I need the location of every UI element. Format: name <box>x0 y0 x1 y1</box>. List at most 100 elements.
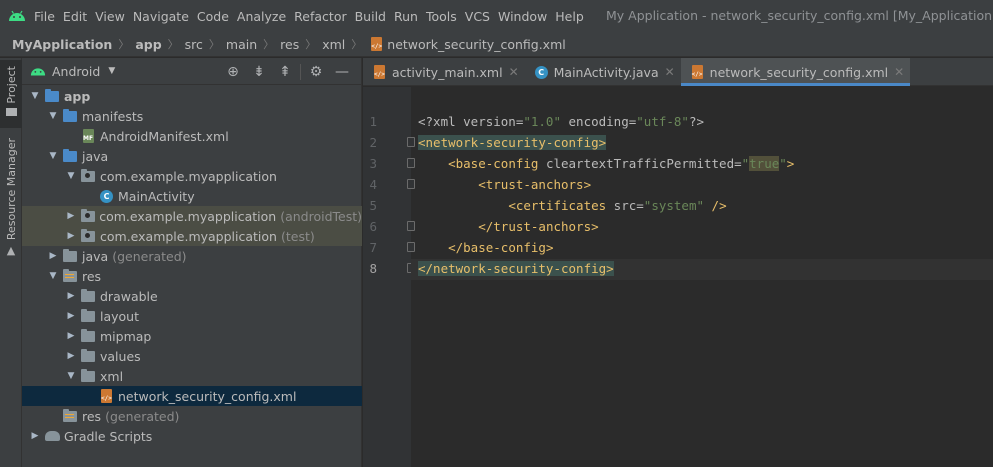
collapsed-arrow-icon[interactable]: ▶ <box>64 311 78 321</box>
locate-file-icon[interactable]: ⊕ <box>220 58 246 85</box>
menu-help[interactable]: Help <box>555 9 590 24</box>
menu-run[interactable]: Run <box>394 9 424 24</box>
breadcrumb-project[interactable]: MyApplication <box>12 37 112 52</box>
collapsed-arrow-icon[interactable]: ▶ <box>64 331 78 341</box>
menu-code[interactable]: Code <box>197 9 235 24</box>
fold-marker-icon[interactable] <box>407 221 415 231</box>
tree-node-android-manifest[interactable]: AndroidManifest.xml <box>22 126 362 146</box>
collapsed-arrow-icon[interactable]: ▶ <box>64 291 78 301</box>
expanded-arrow-icon[interactable]: ▼ <box>46 111 60 121</box>
tree-node-package-main[interactable]: ▼ com.example.myapplication <box>22 166 362 186</box>
collapsed-arrow-icon[interactable]: ▶ <box>28 431 42 441</box>
expand-all-icon[interactable]: ⇟ <box>246 58 272 85</box>
tree-node-drawable[interactable]: ▶ drawable <box>22 286 362 306</box>
code-token: "utf-8" <box>636 114 689 129</box>
menu-build[interactable]: Build <box>355 9 392 24</box>
tree-node-java[interactable]: ▼ java <box>22 146 362 166</box>
resource-manager-icon: ▲ <box>6 244 16 258</box>
tab-label: network_security_config.xml <box>709 64 889 80</box>
code-token: </base-config> <box>448 240 554 255</box>
tree-node-app[interactable]: ▼ app <box>22 86 362 106</box>
menu-view[interactable]: View <box>95 9 131 24</box>
breadcrumb-src[interactable]: src <box>185 37 203 52</box>
resource-folder-icon <box>62 268 78 284</box>
breadcrumb-app[interactable]: app <box>135 37 161 52</box>
module-folder-icon <box>44 88 60 104</box>
collapsed-arrow-icon[interactable]: ▶ <box>64 211 78 221</box>
project-tree: ▼ app ▼ manifests AndroidManifest.xml ▼ … <box>22 86 362 446</box>
breadcrumb-file[interactable]: network_security_config.xml <box>387 37 565 52</box>
breadcrumb-res[interactable]: res <box>280 37 299 52</box>
tree-label: mipmap <box>100 328 152 344</box>
expanded-arrow-icon[interactable]: ▼ <box>28 91 42 101</box>
tree-node-manifests[interactable]: ▼ manifests <box>22 106 362 126</box>
code-token: <trust-anchors> <box>478 177 592 192</box>
xml-file-icon <box>98 388 114 404</box>
gear-icon[interactable]: ⚙ <box>303 58 329 85</box>
close-icon[interactable]: ✕ <box>509 65 519 79</box>
menu-analyze[interactable]: Analyze <box>237 9 292 24</box>
fold-marker-icon[interactable] <box>407 179 415 189</box>
close-icon[interactable]: ✕ <box>665 65 675 79</box>
breadcrumb-separator-icon: 〉 <box>305 38 317 51</box>
tree-node-layout[interactable]: ▶ layout <box>22 306 362 326</box>
tab-network-security-config-xml[interactable]: network_security_config.xml ✕ <box>680 58 911 86</box>
close-icon[interactable]: ✕ <box>894 65 904 79</box>
menu-window[interactable]: Window <box>498 9 553 24</box>
tree-node-package-android-test[interactable]: ▶ com.example.myapplication (androidTest… <box>22 206 362 226</box>
collapsed-arrow-icon[interactable]: ▶ <box>46 251 60 261</box>
resource-folder-icon <box>62 408 78 424</box>
menu-navigate[interactable]: Navigate <box>133 9 195 24</box>
tab-activity-main-xml[interactable]: activity_main.xml ✕ <box>363 58 525 86</box>
project-tool-button[interactable]: Project <box>0 60 22 128</box>
tree-node-gradle-scripts[interactable]: ▶ Gradle Scripts <box>22 426 362 446</box>
tree-node-network-security-config[interactable]: network_security_config.xml <box>22 386 362 406</box>
code-line-2: <network-security-config> <box>418 132 794 153</box>
fold-marker-icon[interactable] <box>407 137 415 147</box>
menu-refactor[interactable]: Refactor <box>294 9 352 24</box>
code-editor[interactable]: 1 2 3 4 5 6 7 8 <?xml version="1.0" enco… <box>363 87 993 467</box>
tree-label: Gradle Scripts <box>64 428 153 444</box>
tree-node-java-generated[interactable]: ▶ java (generated) <box>22 246 362 266</box>
expanded-arrow-icon[interactable]: ▼ <box>64 171 78 181</box>
breadcrumb-xml[interactable]: xml <box>322 37 345 52</box>
breadcrumb-main[interactable]: main <box>226 37 257 52</box>
code-token: src= <box>606 198 644 213</box>
collapsed-arrow-icon[interactable]: ▶ <box>64 231 78 241</box>
menu-tools[interactable]: Tools <box>426 9 463 24</box>
expanded-arrow-icon[interactable]: ▼ <box>46 151 60 161</box>
tree-node-package-test[interactable]: ▶ com.example.myapplication (test) <box>22 226 362 246</box>
code-token: </network-security-config> <box>418 261 614 276</box>
expanded-arrow-icon[interactable]: ▼ <box>64 371 78 381</box>
menu-bar: File Edit View Navigate Code Analyze Ref… <box>0 0 993 32</box>
tree-node-main-activity[interactable]: C MainActivity <box>22 186 362 206</box>
view-mode-selector[interactable]: Android <box>52 64 100 79</box>
tree-node-values[interactable]: ▶ values <box>22 346 362 366</box>
fold-marker-icon[interactable] <box>407 158 415 168</box>
tree-node-res[interactable]: ▼ res <box>22 266 362 286</box>
left-tool-stripe: Project Resource Manager ▲ <box>0 58 22 467</box>
tab-main-activity-java[interactable]: C MainActivity.java ✕ <box>525 58 681 86</box>
tree-node-mipmap[interactable]: ▶ mipmap <box>22 326 362 346</box>
fold-marker-icon[interactable] <box>407 242 415 252</box>
menu-vcs[interactable]: VCS <box>465 9 496 24</box>
tree-node-res-generated[interactable]: res (generated) <box>22 406 362 426</box>
code-token: <?xml version= <box>418 114 524 129</box>
collapsed-arrow-icon[interactable]: ▶ <box>64 351 78 361</box>
expanded-arrow-icon[interactable]: ▼ <box>46 271 60 281</box>
tree-node-xml[interactable]: ▼ xml <box>22 366 362 386</box>
folder-icon <box>80 348 96 364</box>
menu-file[interactable]: File <box>34 9 61 24</box>
hide-panel-icon[interactable]: — <box>329 58 355 85</box>
folder-icon <box>80 328 96 344</box>
code-content[interactable]: <?xml version="1.0" encoding="utf-8"?> <… <box>418 111 794 279</box>
editor-tab-bar: activity_main.xml ✕ C MainActivity.java … <box>363 58 993 86</box>
tree-label-suffix: (generated) <box>112 248 187 264</box>
menu-edit[interactable]: Edit <box>63 9 93 24</box>
folder-icon <box>5 107 17 116</box>
tree-label: java <box>82 148 109 164</box>
collapse-all-icon[interactable]: ⇞ <box>272 58 298 85</box>
resource-manager-label: Resource Manager <box>4 138 18 241</box>
resource-manager-tool-button[interactable]: Resource Manager ▲ <box>0 138 22 258</box>
chevron-down-icon[interactable]: ▼ <box>108 66 115 76</box>
